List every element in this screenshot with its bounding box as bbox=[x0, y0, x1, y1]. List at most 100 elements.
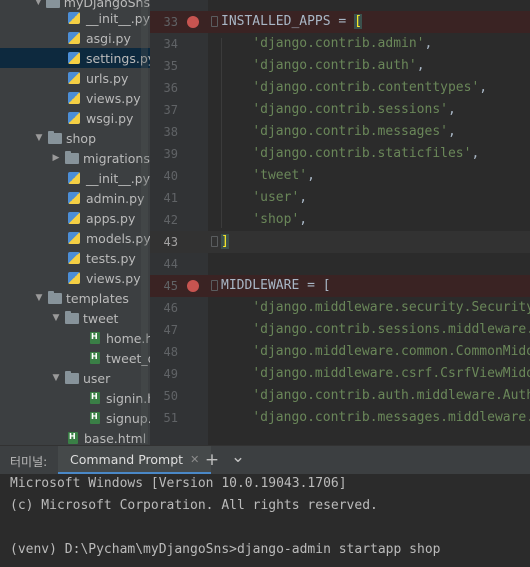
close-icon[interactable]: ✕ bbox=[190, 453, 199, 466]
code-line[interactable]: 33 INSTALLED_APPS = [ bbox=[150, 11, 530, 33]
string-literal: 'django.contrib.sessions.middleware.Sess… bbox=[252, 322, 530, 337]
code-line[interactable]: 48 'django.middleware.common.CommonMiddl… bbox=[150, 341, 530, 363]
tree-folder[interactable]: ▼ templates bbox=[0, 288, 150, 308]
line-number[interactable]: 43 bbox=[150, 231, 178, 253]
line-number[interactable]: 40 bbox=[150, 165, 178, 187]
tree-folder[interactable]: ▼ shop bbox=[0, 128, 150, 148]
code-line[interactable]: 47 'django.contrib.sessions.middleware.S… bbox=[150, 319, 530, 341]
line-number[interactable]: 44 bbox=[150, 253, 178, 275]
tree-file[interactable]: views.py bbox=[0, 88, 150, 108]
line-number[interactable]: 37 bbox=[150, 99, 178, 121]
chevron-down-icon[interactable]: ▼ bbox=[34, 0, 43, 7]
code-editor[interactable]: 33 INSTALLED_APPS = [34 'django.contrib.a… bbox=[150, 0, 530, 445]
tab-command-prompt[interactable]: Command Prompt ✕ bbox=[58, 446, 212, 475]
code-text: 'django.contrib.staticfiles', bbox=[252, 146, 480, 161]
tree-file[interactable]: signup.html bbox=[0, 408, 150, 428]
code-line[interactable]: 38 'django.contrib.messages', bbox=[150, 121, 530, 143]
tree-file[interactable]: __init__.py bbox=[0, 8, 150, 28]
line-number[interactable]: 51 bbox=[150, 407, 178, 429]
python-file-icon bbox=[68, 32, 80, 44]
code-line[interactable]: 34 'django.contrib.admin', bbox=[150, 33, 530, 55]
line-number[interactable]: 36 bbox=[150, 77, 178, 99]
tree-file[interactable]: apps.py bbox=[0, 208, 150, 228]
python-file-icon bbox=[68, 212, 80, 224]
tree-item-label: admin.py bbox=[86, 190, 145, 206]
tree-file[interactable]: wsgi.py bbox=[0, 108, 150, 128]
code-text: 'django.contrib.auth', bbox=[252, 58, 425, 73]
chevron-down-icon[interactable]: ⌄ bbox=[228, 447, 248, 467]
tree-item-label: migrations bbox=[83, 150, 150, 166]
chevron-down-icon[interactable]: ▼ bbox=[33, 293, 45, 303]
code-line[interactable]: 46 'django.middleware.security.SecurityM… bbox=[150, 297, 530, 319]
tree-file[interactable]: tweet_detail.html bbox=[0, 348, 150, 368]
line-number[interactable]: 49 bbox=[150, 363, 178, 385]
code-line[interactable]: 42 'shop', bbox=[150, 209, 530, 231]
tree-file[interactable]: home.html bbox=[0, 328, 150, 348]
code-line[interactable]: 41 'user', bbox=[150, 187, 530, 209]
tree-file[interactable]: tests.py bbox=[0, 248, 150, 268]
python-file-icon bbox=[68, 172, 80, 184]
code-line[interactable]: 43] bbox=[150, 231, 530, 253]
fold-end-icon[interactable] bbox=[211, 236, 218, 247]
breakpoint-icon[interactable] bbox=[187, 280, 199, 292]
code-line[interactable]: 49 'django.middleware.csrf.CsrfViewMiddl… bbox=[150, 363, 530, 385]
fold-icon[interactable] bbox=[211, 16, 218, 27]
code-line[interactable]: 37 'django.contrib.sessions', bbox=[150, 99, 530, 121]
line-number[interactable]: 35 bbox=[150, 55, 178, 77]
folder-icon bbox=[45, 0, 60, 8]
bracket: ] bbox=[221, 234, 229, 249]
code-text: MIDDLEWARE = [ bbox=[221, 278, 331, 293]
code-line[interactable]: 44 bbox=[150, 253, 530, 275]
tree-file[interactable]: signin.html bbox=[0, 388, 150, 408]
tree-file[interactable]: base.html bbox=[0, 428, 150, 445]
code-text: 'django.contrib.admin', bbox=[252, 36, 433, 51]
tree-folder[interactable]: ▼ tweet bbox=[0, 308, 150, 328]
tree-item-label: apps.py bbox=[86, 210, 136, 226]
chevron-down-icon[interactable]: ▼ bbox=[33, 133, 45, 143]
line-number[interactable]: 50 bbox=[150, 385, 178, 407]
code-line[interactable]: 35 'django.contrib.auth', bbox=[150, 55, 530, 77]
line-number[interactable]: 41 bbox=[150, 187, 178, 209]
tree-folder[interactable]: ▶ migrations bbox=[0, 148, 150, 168]
code-line[interactable]: 39 'django.contrib.staticfiles', bbox=[150, 143, 530, 165]
line-number[interactable]: 34 bbox=[150, 33, 178, 55]
breakpoint-icon[interactable] bbox=[187, 16, 199, 28]
tree-folder[interactable]: ▼ user bbox=[0, 368, 150, 388]
tree-file[interactable]: settings.py bbox=[0, 48, 150, 68]
line-number[interactable]: 48 bbox=[150, 341, 178, 363]
code-line[interactable]: 40 'tweet', bbox=[150, 165, 530, 187]
code-line[interactable]: 51 'django.contrib.messages.middleware.M… bbox=[150, 407, 530, 429]
tree-scrollbar[interactable] bbox=[141, 0, 148, 444]
tree-file[interactable]: models.py bbox=[0, 228, 150, 248]
code-text: 'django.contrib.messages.middleware.Mess… bbox=[221, 407, 530, 429]
line-number[interactable]: 45 bbox=[150, 275, 178, 297]
line-number[interactable]: 42 bbox=[150, 209, 178, 231]
terminal-output[interactable]: Microsoft Windows [Version 10.0.19043.17… bbox=[0, 474, 530, 567]
tree-item-label: base.html bbox=[84, 430, 147, 446]
code-line[interactable]: 45 MIDDLEWARE = [ bbox=[150, 275, 530, 297]
tree-item-label: tweet bbox=[83, 310, 119, 326]
line-number[interactable]: 38 bbox=[150, 121, 178, 143]
project-tree[interactable]: ▼ myDjangoSns __init__.py asgi.py settings… bbox=[0, 0, 150, 445]
code-line[interactable]: 36 'django.contrib.contenttypes', bbox=[150, 77, 530, 99]
bracket: [ bbox=[354, 14, 362, 29]
chevron-down-icon[interactable]: ▼ bbox=[50, 313, 62, 323]
tree-file[interactable]: asgi.py bbox=[0, 28, 150, 48]
tree-file[interactable]: views.py bbox=[0, 268, 150, 288]
tree-file[interactable]: admin.py bbox=[0, 188, 150, 208]
tree-file[interactable]: urls.py bbox=[0, 68, 150, 88]
line-number[interactable]: 33 bbox=[150, 11, 178, 33]
string-literal: 'tweet' bbox=[252, 168, 308, 183]
code-line[interactable]: 50 'django.contrib.auth.middleware.Authe… bbox=[150, 385, 530, 407]
terminal-prompt-line[interactable]: (venv) D:\Pycham\myDjangoSns>django-admi… bbox=[10, 542, 440, 557]
line-number[interactable]: 46 bbox=[150, 297, 178, 319]
string-literal: 'shop' bbox=[252, 212, 300, 227]
chevron-right-icon[interactable]: ▶ bbox=[50, 153, 62, 163]
python-file-icon bbox=[68, 12, 80, 24]
fold-icon[interactable] bbox=[211, 280, 218, 291]
tree-file[interactable]: __init__.py bbox=[0, 168, 150, 188]
line-number[interactable]: 39 bbox=[150, 143, 178, 165]
chevron-down-icon[interactable]: ▼ bbox=[50, 373, 62, 383]
line-number[interactable]: 47 bbox=[150, 319, 178, 341]
add-terminal-button[interactable]: + bbox=[202, 450, 222, 470]
